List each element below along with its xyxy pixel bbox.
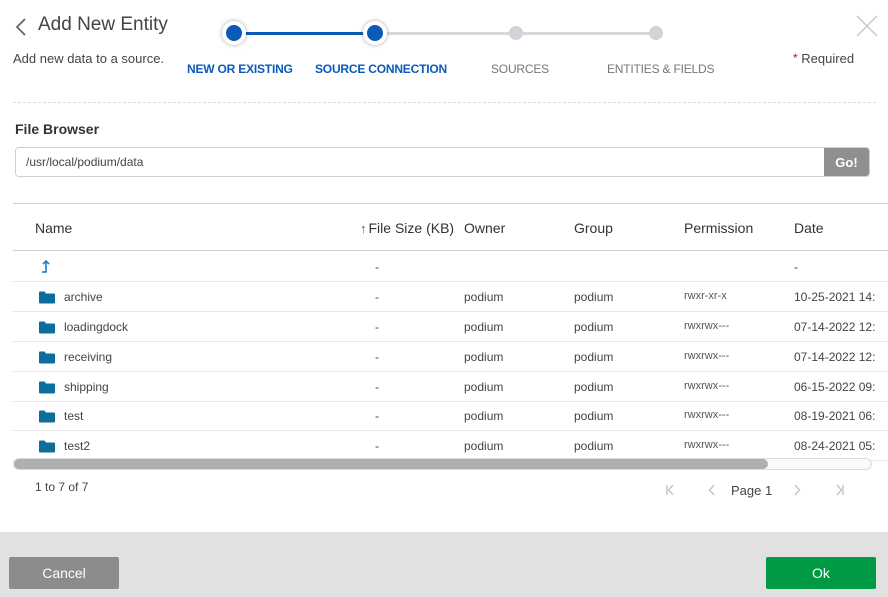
size-cell: - <box>375 409 379 423</box>
owner-cell: podium <box>464 290 504 304</box>
parent-directory-row[interactable]: - - <box>13 252 888 282</box>
step-label-new-or-existing[interactable]: NEW OR EXISTING <box>187 62 293 76</box>
size-cell: - <box>375 380 379 394</box>
go-button[interactable]: Go! <box>824 148 869 176</box>
step-dot-source-connection[interactable] <box>363 21 387 45</box>
group-cell: podium <box>574 409 614 423</box>
horizontal-scrollbar[interactable] <box>13 458 872 470</box>
path-input[interactable] <box>16 148 824 176</box>
table-row[interactable]: archive - podium podium rwxr-xr-x 10-25-… <box>13 282 888 312</box>
group-cell: podium <box>574 439 614 453</box>
table-row[interactable]: test2 - podium podium rwxrwx--- 08-24-20… <box>13 431 888 461</box>
dialog-footer: Cancel Ok <box>0 532 888 597</box>
column-header-permission[interactable]: Permission <box>684 220 753 236</box>
chevron-right-icon <box>794 484 801 496</box>
step-dot-entities-fields <box>649 26 663 40</box>
size-cell: - <box>375 320 379 334</box>
path-field-group: Go! <box>15 147 870 177</box>
name-cell[interactable]: test <box>64 409 83 423</box>
permission-cell: rwxrwx--- <box>684 439 730 451</box>
owner-cell: podium <box>464 320 504 334</box>
stepper-track-3 <box>516 32 656 35</box>
permission-cell: rwxrwx--- <box>684 380 730 392</box>
table-row[interactable]: loadingdock - podium podium rwxrwx--- 07… <box>13 312 888 342</box>
size-cell: - <box>375 290 379 304</box>
owner-cell: podium <box>464 439 504 453</box>
owner-cell: podium <box>464 350 504 364</box>
file-grid: Name ↑ File Size (KB) Owner Group Permiss… <box>13 203 888 471</box>
step-label-source-connection[interactable]: SOURCE CONNECTION <box>315 62 447 76</box>
parent-date-cell: - <box>794 260 798 274</box>
group-cell: podium <box>574 320 614 334</box>
name-cell[interactable]: loadingdock <box>64 320 128 334</box>
permission-cell: rwxrwx--- <box>684 350 730 362</box>
date-cell: 10-25-2021 14: <box>794 290 876 304</box>
ok-button[interactable]: Ok <box>766 557 876 589</box>
header-divider <box>13 102 876 103</box>
step-label-entities-fields: ENTITIES & FIELDS <box>607 62 715 76</box>
stepper-track-2 <box>375 32 516 35</box>
first-page-button[interactable] <box>664 482 678 498</box>
step-dot-sources <box>509 26 523 40</box>
wizard-stepper: NEW OR EXISTING SOURCE CONNECTION SOURCE… <box>0 0 888 90</box>
last-page-icon <box>836 484 844 496</box>
folder-icon <box>39 410 55 423</box>
step-label-sources: SOURCES <box>491 62 549 76</box>
size-cell: - <box>375 350 379 364</box>
parent-size-cell: - <box>375 260 379 274</box>
page-indicator: Page 1 <box>731 483 772 498</box>
column-header-group[interactable]: Group <box>574 220 613 236</box>
permission-cell: rwxrwx--- <box>684 320 730 332</box>
row-count-summary: 1 to 7 of 7 <box>35 480 89 494</box>
column-header-date[interactable]: Date <box>794 220 824 236</box>
folder-icon <box>39 291 55 304</box>
table-row[interactable]: test - podium podium rwxrwx--- 08-19-202… <box>13 401 888 431</box>
grid-header: Name ↑ File Size (KB) Owner Group Permiss… <box>13 204 888 251</box>
column-header-owner[interactable]: Owner <box>464 220 505 236</box>
name-cell[interactable]: shipping <box>64 380 109 394</box>
page-number: 1 <box>765 483 773 498</box>
file-browser-label: File Browser <box>15 121 100 137</box>
page-label: Page <box>731 483 762 498</box>
date-cell: 08-24-2021 05: <box>794 439 876 453</box>
size-cell: - <box>375 439 379 453</box>
folder-icon <box>39 381 55 394</box>
folder-icon <box>39 321 55 334</box>
owner-cell: podium <box>464 380 504 394</box>
name-cell[interactable]: test2 <box>64 439 90 453</box>
chevron-left-icon <box>708 484 715 496</box>
date-cell: 07-14-2022 12: <box>794 320 876 334</box>
cancel-button[interactable]: Cancel <box>9 557 119 589</box>
next-page-button[interactable] <box>790 482 804 498</box>
group-cell: podium <box>574 380 614 394</box>
column-header-file-size-label: File Size (KB) <box>368 220 455 236</box>
folder-icon <box>39 440 55 453</box>
previous-page-button[interactable] <box>705 482 719 498</box>
name-cell[interactable]: receiving <box>64 350 112 364</box>
permission-cell: rwxrwx--- <box>684 409 730 421</box>
sort-ascending-icon: ↑ <box>360 221 367 236</box>
folder-icon <box>39 351 55 364</box>
stepper-track-1 <box>234 32 375 35</box>
date-cell: 08-19-2021 06: <box>794 409 876 423</box>
column-header-name[interactable]: Name <box>35 220 72 236</box>
date-cell: 06-15-2022 09: <box>794 380 876 394</box>
horizontal-scrollbar-thumb[interactable] <box>14 459 768 469</box>
name-cell[interactable]: archive <box>64 290 103 304</box>
owner-cell: podium <box>464 409 504 423</box>
up-arrow-icon[interactable] <box>41 260 51 274</box>
table-row[interactable]: receiving - podium podium rwxrwx--- 07-1… <box>13 342 888 372</box>
group-cell: podium <box>574 350 614 364</box>
date-cell: 07-14-2022 12: <box>794 350 876 364</box>
last-page-button[interactable] <box>832 482 846 498</box>
column-header-file-size[interactable]: ↑ File Size (KB) <box>360 220 454 236</box>
group-cell: podium <box>574 290 614 304</box>
permission-cell: rwxr-xr-x <box>684 290 727 302</box>
step-dot-new-or-existing[interactable] <box>222 21 246 45</box>
first-page-icon <box>666 484 674 496</box>
table-row[interactable]: shipping - podium podium rwxrwx--- 06-15… <box>13 372 888 402</box>
